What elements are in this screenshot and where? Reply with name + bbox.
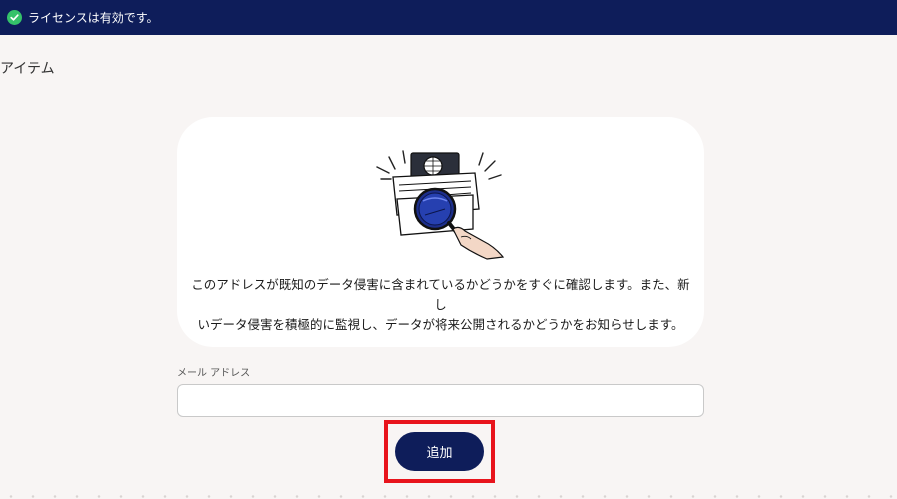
license-status-banner: ライセンスは有効です。 xyxy=(0,0,897,35)
license-status-text: ライセンスは有効です。 xyxy=(28,11,159,25)
page-title: アイテム xyxy=(0,61,55,77)
decorative-divider xyxy=(0,494,897,499)
breach-description: このアドレスが既知のデータ侵害に含まれているかどうかをすぐに確認します。また、新… xyxy=(177,275,704,335)
description-line-1: このアドレスが既知のデータ侵害に含まれているかどうかをすぐに確認します。また、新… xyxy=(191,277,690,312)
check-circle-icon xyxy=(7,10,22,25)
email-input[interactable] xyxy=(177,384,704,417)
description-line-2: いデータ侵害を積極的に監視し、データが将来公開されるかどうかをお知らせします。 xyxy=(197,317,684,332)
email-label: メール アドレス xyxy=(177,368,251,379)
passport-magnifier-illustration xyxy=(376,150,505,260)
breach-info-card: このアドレスが既知のデータ侵害に含まれているかどうかをすぐに確認します。また、新… xyxy=(177,117,704,347)
add-button[interactable]: 追加 xyxy=(395,432,484,471)
